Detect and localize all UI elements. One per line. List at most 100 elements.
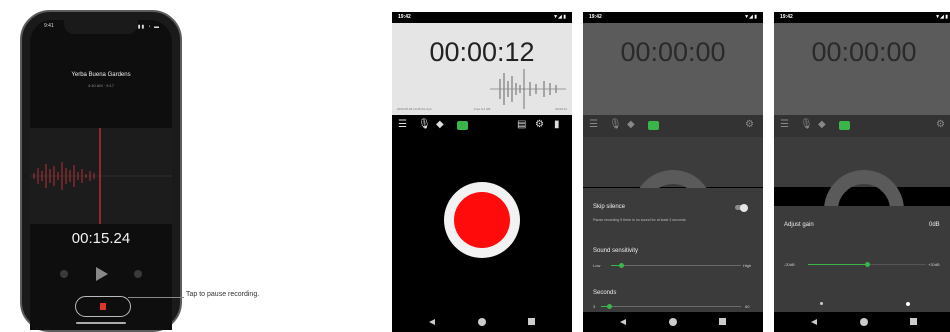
android-phone-skip-silence: 19:42 ▼◢ ▮ 00:00:00 ☰ 🎙 ◆ ⚙ Skip silence… <box>583 12 763 332</box>
timer-display: 00:00:12 2020-05-06 14:45:29.mp4 Free 9.… <box>392 23 572 115</box>
android-status-time: 19:42 <box>398 14 411 20</box>
record-button[interactable] <box>444 182 520 258</box>
adjust-gain-panel: Adjust gain 0dB -20dB +20dB <box>774 206 950 312</box>
callout-text: Tap to pause recording. <box>186 291 260 298</box>
skip-silence-description: Pause recording if there is no sound for… <box>593 218 686 222</box>
ios-status-time: 9:41 <box>44 23 54 29</box>
ios-playback-controls <box>30 266 172 282</box>
seconds-label: Seconds <box>593 290 617 296</box>
toolbar: ☰ 🎙 ◆ ▤ ⚙ ▮ <box>392 115 572 137</box>
waveform-view[interactable] <box>30 128 172 224</box>
pause-icon <box>100 303 106 310</box>
back-icon[interactable] <box>811 319 817 325</box>
gain-min-label: -20dB <box>784 262 795 267</box>
android-status-time: 19:42 <box>780 14 793 20</box>
gain-slider[interactable] <box>808 262 926 267</box>
settings-icon[interactable]: ⚙ <box>936 119 945 131</box>
android-status-bar: 19:42 ▼◢ ▮ <box>583 12 763 23</box>
iphone-frame: 9:41 ▮▮ ◔ ▬ Yerba Buena Gardens 4:40 AM … <box>20 10 182 332</box>
sound-sensitivity-label: Sound sensitivity <box>593 248 639 254</box>
effects-icon[interactable]: ◆ <box>627 119 635 131</box>
back-icon[interactable] <box>620 319 626 325</box>
slider-fill <box>808 264 867 265</box>
recent-apps-icon[interactable] <box>719 318 726 325</box>
settings-icon[interactable]: ⚙ <box>745 119 754 131</box>
seconds-slider[interactable] <box>601 304 741 309</box>
ios-home-indicator[interactable] <box>76 322 126 324</box>
skip-forward-icon[interactable] <box>134 270 142 278</box>
camera-icon[interactable] <box>648 121 659 130</box>
toggle-knob <box>740 203 748 212</box>
home-icon[interactable] <box>478 318 486 326</box>
android-phone-adjust-gain: 19:42 ▼◢ ▮ 00:00:00 ☰ 🎙 ◆ ⚙ Adjust gain … <box>774 12 950 332</box>
mini-waveform <box>490 69 566 109</box>
skip-silence-toggle[interactable] <box>735 203 748 212</box>
sensitivity-high-label: High <box>743 263 752 268</box>
android-phone-recording: 19:42 ▼◢ ▮ 00:00:12 2020-05-06 14:45:29.… <box>392 12 572 332</box>
android-status-icons: ▼◢ ▮ <box>744 14 757 20</box>
recording-date: 4:40 AM · 5:17 <box>87 83 114 88</box>
home-icon[interactable] <box>669 318 677 326</box>
adjust-gain-label: Adjust gain <box>784 222 814 228</box>
menu-icon[interactable]: ☰ <box>589 119 598 131</box>
record-icon <box>454 192 510 248</box>
camera-icon[interactable] <box>457 121 468 130</box>
skip-silence-panel: Skip silence Pause recording if there is… <box>583 188 763 312</box>
slider-knob[interactable] <box>606 304 612 309</box>
microphone-icon[interactable]: 🎙 <box>418 119 431 131</box>
file-icon[interactable]: ▤ <box>517 119 526 131</box>
android-status-bar: 19:42 ▼◢ ▮ <box>392 12 572 23</box>
recording-timer: 00:00:00 <box>620 37 726 67</box>
android-nav-bar <box>392 312 572 332</box>
timer-display: 00:00:00 <box>583 23 763 115</box>
home-icon[interactable] <box>860 318 868 326</box>
recent-apps-icon[interactable] <box>528 318 535 325</box>
iphone-screen: 9:41 ▮▮ ◔ ▬ Yerba Buena Gardens 4:40 AM … <box>30 20 172 330</box>
effects-icon[interactable]: ◆ <box>436 119 444 131</box>
recording-timer: 00:00:12 <box>429 37 535 67</box>
free-space-info: Free 9.2 GB <box>474 107 491 111</box>
ios-status-icons: ▮▮ ◔ ▬ <box>137 24 160 30</box>
callout-line <box>128 297 184 298</box>
page-dot <box>906 302 910 306</box>
slider-knob[interactable] <box>618 263 624 268</box>
recent-apps-icon[interactable] <box>910 318 917 325</box>
ios-status-bar: 9:41 ▮▮ ◔ ▬ <box>44 23 160 33</box>
seconds-min-label: 3 <box>593 304 596 309</box>
effects-icon[interactable]: ◆ <box>818 119 826 131</box>
android-status-bar: 19:42 ▼◢ ▮ <box>774 12 950 23</box>
android-status-icons: ▼◢ ▮ <box>553 14 566 20</box>
pause-recording-button[interactable] <box>75 296 131 317</box>
play-icon[interactable] <box>96 267 108 281</box>
waveform-graphic <box>30 128 172 224</box>
menu-icon[interactable]: ☰ <box>398 119 407 131</box>
android-nav-bar <box>774 312 950 332</box>
ios-recording-timer: 00:15.24 <box>71 230 131 247</box>
skip-silence-label: Skip silence <box>593 204 626 210</box>
seconds-max-label: 60 <box>745 304 750 309</box>
sensitivity-slider[interactable] <box>611 263 741 268</box>
settings-icon[interactable]: ⚙ <box>535 119 544 131</box>
back-icon[interactable] <box>429 319 435 325</box>
duration-info: 00:00:12 <box>555 107 567 111</box>
toolbar: ☰ 🎙 ◆ ⚙ <box>583 115 763 137</box>
toolbar: ☰ 🎙 ◆ ⚙ <box>774 115 950 137</box>
recording-title: Yerba Buena Gardens <box>71 72 131 78</box>
file-name-info: 2020-05-06 14:45:29.mp4 <box>397 107 432 111</box>
sensitivity-low-label: Low <box>593 263 601 268</box>
gain-max-label: +20dB <box>928 262 940 267</box>
microphone-icon[interactable]: 🎙 <box>800 119 813 131</box>
menu-icon[interactable]: ☰ <box>780 119 789 131</box>
microphone-icon[interactable]: 🎙 <box>609 119 622 131</box>
recording-timer: 00:00:00 <box>811 37 917 67</box>
camera-icon[interactable] <box>839 121 850 130</box>
gain-value-text: 0dB <box>929 222 940 228</box>
skip-back-icon[interactable] <box>60 270 68 278</box>
timer-display: 00:00:00 <box>774 23 950 115</box>
page-dot <box>820 302 823 305</box>
delete-icon[interactable]: ▮ <box>554 119 560 131</box>
android-nav-bar <box>583 312 763 332</box>
android-status-icons: ▼◢ ▮ <box>935 14 948 20</box>
android-status-time: 19:42 <box>589 14 602 20</box>
slider-knob[interactable] <box>864 262 870 267</box>
